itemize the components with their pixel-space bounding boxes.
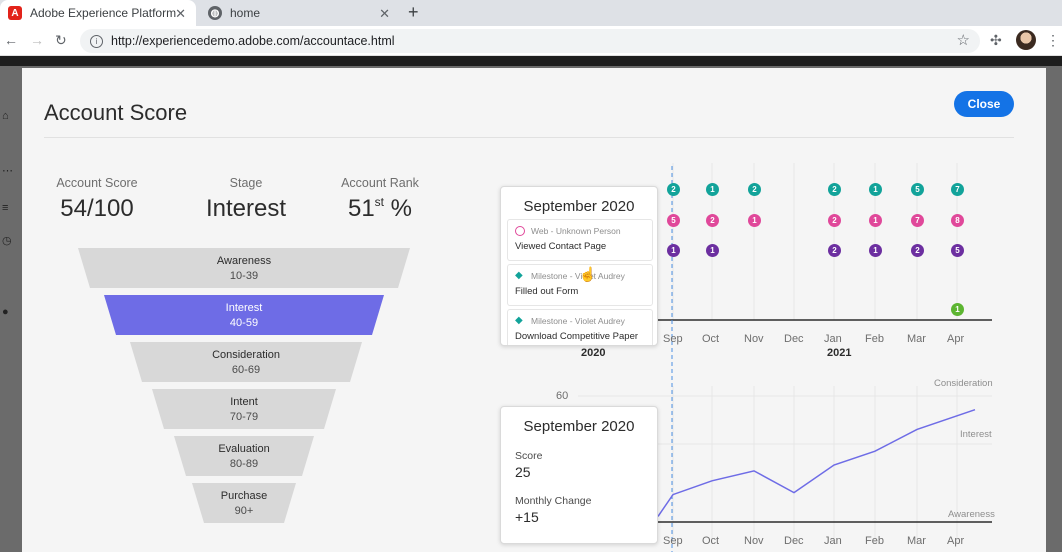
month-label: Feb [865,333,884,345]
activity-dot[interactable]: 2 [828,183,841,196]
activity-dot[interactable]: 1 [869,244,882,257]
month-label: Oct [702,535,720,547]
month-label: Feb [865,535,884,547]
band-label: Consideration [934,378,993,389]
activity-dot[interactable]: 7 [911,214,924,227]
activity-dot[interactable]: 2 [911,244,924,257]
month-label: Oct [702,333,720,345]
adobe-icon: A [8,6,22,20]
globe-icon [515,226,525,236]
home-icon: ⌂ [2,110,9,122]
activity-dot[interactable]: 1 [869,214,882,227]
activity-dot[interactable]: 1 [706,183,719,196]
filter-icon: ≡ [2,202,9,214]
browser-tab-home[interactable]: ◍ home ✕ [200,0,400,26]
band-label: Interest [960,429,992,440]
activity-dot[interactable]: 2 [667,183,680,196]
activity-dot[interactable]: 2 [748,183,761,196]
card-action: Filled out Form [515,286,579,297]
hand-cursor-icon: ☝ [579,266,597,282]
month-label: Apr [947,333,965,345]
month-label: Nov [744,333,764,345]
close-tab-icon[interactable]: ✕ [175,6,186,22]
activity-dot[interactable]: 1 [869,183,882,196]
change-value: +15 [515,509,539,525]
diamond-icon: ◆ [515,315,523,326]
month-label: Nov [744,535,764,547]
card-action: Viewed Contact Page [515,241,607,252]
month-label: Dec [784,333,804,345]
activity-dot[interactable]: 1 [748,214,761,227]
info-icon[interactable]: i [90,34,103,48]
y-axis-tick: 60 [556,390,569,402]
card-action: Download Competitive Paper [515,331,639,342]
month-label: Mar [907,535,926,547]
address-bar[interactable]: i http://experiencedemo.adobe.com/accoun… [80,29,980,53]
user-icon: ● [2,306,9,318]
month-label: Sep [663,333,683,345]
month-label: Jan [824,535,842,547]
tab-title: home [230,6,261,20]
activity-dot[interactable]: 1 [667,244,680,257]
reload-icon[interactable]: ↻ [55,32,67,49]
tab-title: Adobe Experience Platform [30,6,177,20]
score-tooltip: September 2020 Score 25 Monthly Change +… [500,406,658,544]
bookmark-star-icon[interactable]: ☆ [957,31,970,49]
new-tab-icon[interactable]: + [408,2,419,23]
card-source: Web - Unknown Person [531,226,621,236]
activity-dot[interactable]: 5 [911,183,924,196]
globe-icon: ◍ [208,6,222,20]
forward-icon[interactable]: → [30,32,44,48]
app-header-bar [0,56,1062,66]
extensions-icon[interactable]: ✣ [990,32,1002,49]
activity-dot[interactable]: 1 [706,244,719,257]
year-label: 2020 [581,347,606,359]
card-source: Milestone - Violet Audrey [531,316,625,326]
profile-avatar[interactable] [1016,30,1036,50]
score-value: 25 [515,464,531,480]
url-text: http://experiencedemo.adobe.com/accounta… [111,34,395,48]
activity-dot[interactable]: 2 [828,214,841,227]
back-icon[interactable]: ← [4,32,18,48]
activity-dot[interactable]: 5 [951,244,964,257]
score-label: Score [515,450,543,462]
browser-tabstrip: A Adobe Experience Platform ✕ ◍ home ✕ + [0,0,1062,26]
activity-dot[interactable]: 7 [951,183,964,196]
menu-icon[interactable]: ⋮ [1046,32,1060,49]
card-source: Milestone - Violet Audrey [531,271,625,281]
browser-tab-active[interactable]: A Adobe Experience Platform ✕ [0,0,196,26]
nav-icon: ⋯ [2,165,13,177]
change-label: Monthly Change [515,495,592,507]
activity-card[interactable]: Web - Unknown Person Viewed Contact Page [507,219,653,261]
month-label: Jan [824,333,842,345]
close-tab-icon[interactable]: ✕ [379,6,390,22]
month-label: Dec [784,535,804,547]
diamond-icon: ◆ [515,270,523,281]
activity-card[interactable]: ◆ Milestone - Violet Audrey Download Comp… [507,309,653,345]
activity-dot[interactable]: 2 [828,244,841,257]
activity-dot[interactable]: 5 [667,214,680,227]
month-label: Apr [947,535,965,547]
activity-dot[interactable]: 1 [951,303,964,316]
year-label: 2021 [827,347,852,359]
month-label: Sep [663,535,683,547]
browser-toolbar: ← → ↻ i http://experiencedemo.adobe.com/… [0,26,1062,56]
activity-dot[interactable]: 2 [706,214,719,227]
tooltip-title: September 2020 [523,198,635,215]
tooltip-title: September 2020 [523,418,635,435]
month-label: Mar [907,333,926,345]
clock-icon: ◷ [2,235,12,247]
score-line [657,408,976,517]
account-score-modal: Account Score Close Account Score 54/100… [22,68,1046,552]
band-label: Awareness [948,509,995,520]
activity-dot[interactable]: 8 [951,214,964,227]
